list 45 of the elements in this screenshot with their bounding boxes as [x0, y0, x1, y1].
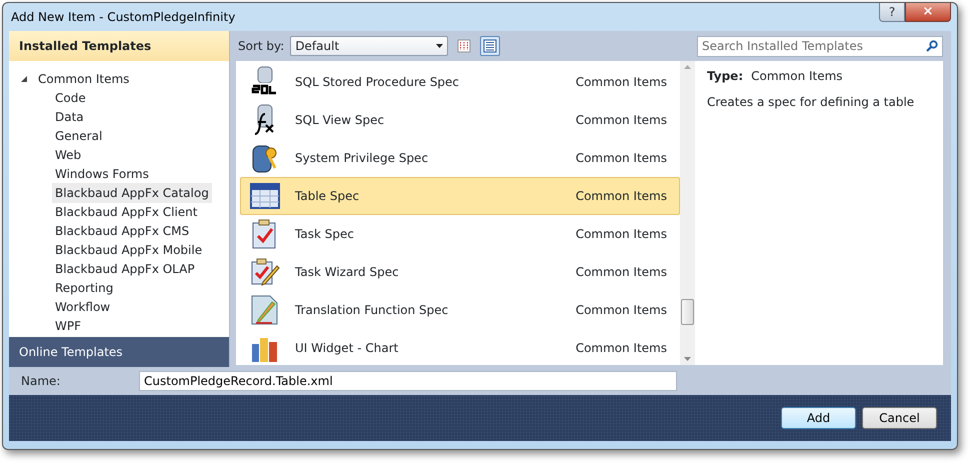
tree-item[interactable]: Reporting [52, 278, 116, 298]
scrollbar[interactable] [680, 61, 695, 365]
list-view-button[interactable] [480, 36, 500, 56]
template-item[interactable]: Task Spec Common Items [240, 215, 680, 253]
scroll-down-icon[interactable] [684, 357, 691, 361]
tree-item[interactable]: Code [52, 88, 89, 108]
type-value: Common Items [751, 68, 843, 85]
help-button[interactable]: ? [879, 3, 905, 22]
tree-item[interactable]: Common Items [35, 68, 132, 88]
sort-dropdown[interactable]: Default [290, 36, 448, 56]
template-item[interactable]: SQL View Spec Common Items [240, 101, 680, 139]
table-icon [249, 180, 281, 212]
template-item[interactable]: Table Spec Common Items [240, 177, 680, 215]
cancel-button[interactable]: Cancel [862, 407, 937, 429]
tree-item[interactable]: Blackbaud AppFx OLAP [52, 258, 198, 278]
add-button[interactable]: Add [781, 407, 856, 429]
tree-item[interactable]: Blackbaud AppFx Client [52, 202, 200, 222]
template-item[interactable]: System Privilege Spec Common Items [240, 139, 680, 177]
template-item[interactable]: Translation Function Spec Common Items [240, 291, 680, 329]
clipboard-pencil-icon [249, 256, 281, 288]
scroll-thumb[interactable] [681, 299, 694, 325]
caret-icon[interactable] [436, 44, 444, 48]
template-item[interactable]: Task Wizard Spec Common Items [240, 253, 680, 291]
search-icon[interactable] [926, 40, 938, 52]
tree-item[interactable]: Blackbaud AppFx Catalog [52, 182, 212, 202]
expanded-arrow-icon[interactable] [19, 74, 29, 84]
tree-item[interactable]: Blackbaud AppFx Mobile [52, 240, 206, 260]
template-item[interactable]: UI Widget - Chart Common Items [240, 329, 680, 365]
window-title: Add New Item - CustomPledgeInfinity [10, 9, 236, 26]
template-item[interactable]: SQL Stored Procedure Spec Common Items [240, 63, 680, 101]
tree-item[interactable]: Data [52, 106, 87, 126]
tree-item[interactable]: WPF [52, 316, 84, 336]
name-label: Name: [21, 373, 62, 390]
tree-item[interactable]: Blackbaud AppFx CMS [52, 220, 192, 240]
type-label: Type: [707, 68, 744, 85]
installed-templates-header[interactable]: Installed Templates [9, 31, 229, 61]
online-templates-header[interactable]: Online Templates [9, 337, 229, 367]
tree-item[interactable]: Web [52, 144, 84, 164]
description-text: Creates a spec for defining a table [707, 94, 916, 111]
tree-item[interactable]: Workflow [52, 296, 114, 316]
sort-label: Sort by: [238, 38, 284, 55]
search-field[interactable]: Search Installed Templates [697, 36, 943, 56]
tree-item[interactable]: General [52, 126, 106, 146]
tree-item[interactable]: Windows Forms [52, 164, 152, 184]
name-field[interactable]: CustomPledgeRecord.Table.xml [139, 371, 677, 391]
